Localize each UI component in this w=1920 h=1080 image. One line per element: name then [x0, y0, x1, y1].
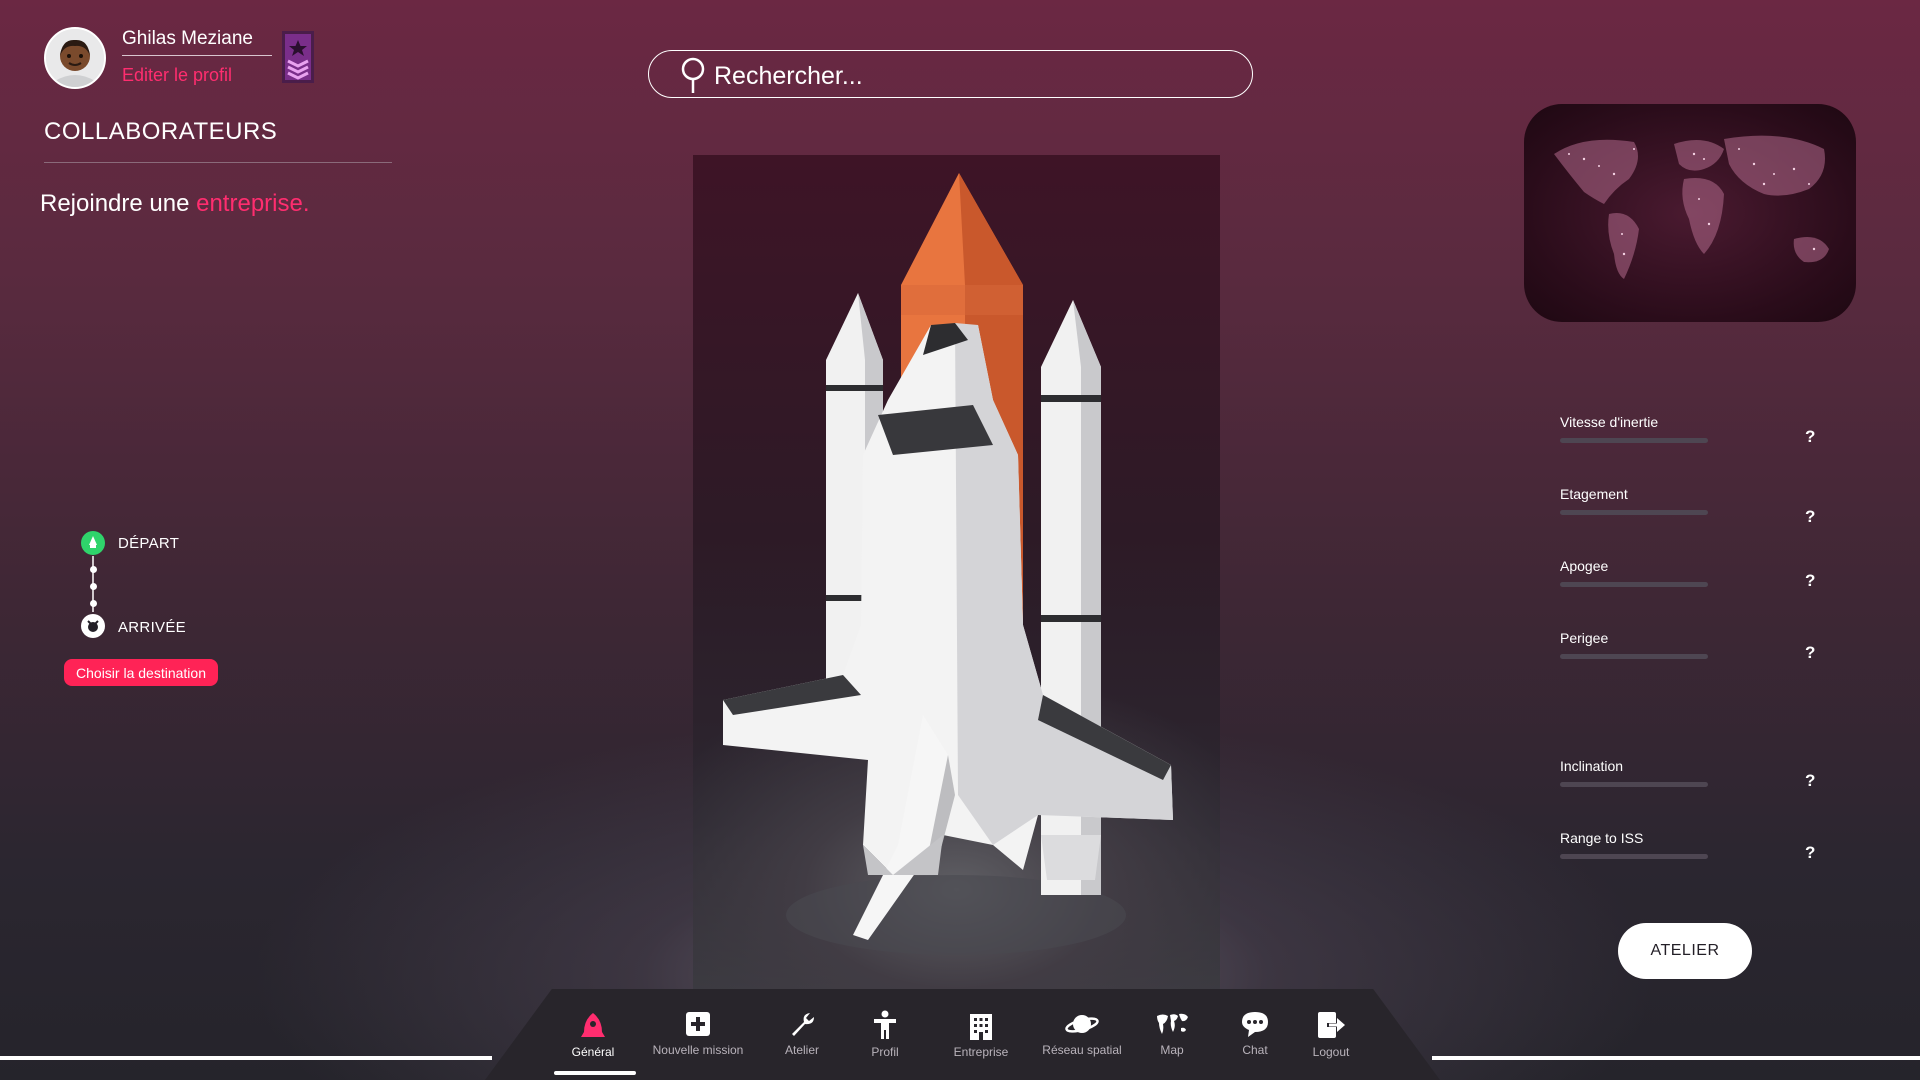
departure-label: DÉPART — [118, 535, 180, 552]
plus-square-icon — [686, 1012, 710, 1036]
stat-bar — [1560, 654, 1708, 659]
stat-label: Apogee — [1560, 558, 1609, 574]
nav-label: Logout — [1312, 1045, 1350, 1059]
search-icon — [680, 57, 706, 95]
stat-bar — [1560, 582, 1708, 587]
logout-icon — [1318, 1012, 1345, 1038]
trajectory-step-dot — [90, 600, 97, 607]
stat-bar — [1560, 510, 1708, 515]
trajectory-step-dot — [90, 583, 97, 590]
shuttle-viewport[interactable] — [693, 155, 1220, 990]
nav-item-new-mission[interactable]: Nouvelle mission — [643, 1010, 753, 1057]
edit-profile-link[interactable]: Editer le profil — [122, 65, 232, 86]
stat-label: Inclination — [1560, 758, 1624, 774]
nav-item-general[interactable]: Général — [538, 1010, 648, 1059]
stat-label: Etagement — [1560, 486, 1628, 502]
arrival-label: ARRIVÉE — [118, 619, 186, 636]
trajectory-step-dot — [90, 566, 97, 573]
stat-bar — [1560, 854, 1708, 859]
planet-icon — [1065, 1015, 1099, 1033]
chat-bubble-icon — [1242, 1012, 1268, 1037]
stat-help-icon[interactable]: ? — [1805, 643, 1815, 663]
join-company-text: Rejoindre une entreprise. — [40, 190, 310, 218]
nav-active-indicator — [554, 1071, 636, 1075]
join-prefix: Rejoindre une — [40, 190, 197, 217]
avatar[interactable] — [44, 27, 106, 89]
atelier-button[interactable]: ATELIER — [1618, 923, 1752, 979]
world-map-icon — [1157, 1013, 1188, 1034]
stat-bar — [1560, 438, 1708, 443]
nav-label: Profil — [871, 1045, 899, 1059]
space-shuttle-icon — [723, 173, 1173, 955]
nav-edge-line — [1432, 1056, 1920, 1060]
stat-help-icon[interactable]: ? — [1805, 571, 1815, 591]
stat-help-icon[interactable]: ? — [1805, 843, 1815, 863]
stat-help-icon[interactable]: ? — [1805, 507, 1815, 527]
stat-label: Vitesse d'inertie — [1560, 414, 1659, 430]
stat-label: Range to ISS — [1560, 830, 1644, 846]
choose-destination-button[interactable]: Choisir la destination — [64, 659, 218, 686]
building-icon — [970, 1014, 992, 1040]
stat-bar — [1560, 782, 1708, 787]
nav-label: Nouvelle mission — [652, 1043, 744, 1057]
nav-edge-line — [0, 1056, 492, 1060]
wrench-icon — [792, 1013, 814, 1036]
profile-name: Ghilas Meziane — [122, 28, 253, 49]
nav-label: Général — [571, 1045, 615, 1059]
join-company-link[interactable]: entreprise. — [196, 190, 309, 217]
person-icon — [874, 1010, 896, 1039]
departure-marker-icon — [81, 531, 105, 555]
nav-item-logout[interactable]: Logout — [1276, 1010, 1386, 1059]
nav-item-entreprise[interactable]: Entreprise — [926, 1010, 1036, 1059]
nav-item-profil[interactable]: Profil — [830, 1010, 940, 1059]
stat-help-icon[interactable]: ? — [1805, 771, 1815, 791]
stat-help-icon[interactable]: ? — [1805, 427, 1815, 447]
world-map-icon — [1554, 135, 1829, 279]
search-input[interactable] — [712, 60, 1236, 92]
rocket-icon — [581, 1013, 605, 1037]
collaborators-title: COLLABORATEURS — [44, 118, 278, 145]
collaborators-divider — [44, 162, 392, 163]
world-map-thumbnail[interactable] — [1524, 104, 1856, 322]
nav-label: Entreprise — [953, 1045, 1009, 1059]
arrival-marker-icon — [81, 614, 105, 638]
rank-badge-icon — [282, 31, 314, 83]
profile-divider — [122, 55, 272, 56]
stat-label: Perigee — [1560, 630, 1609, 646]
